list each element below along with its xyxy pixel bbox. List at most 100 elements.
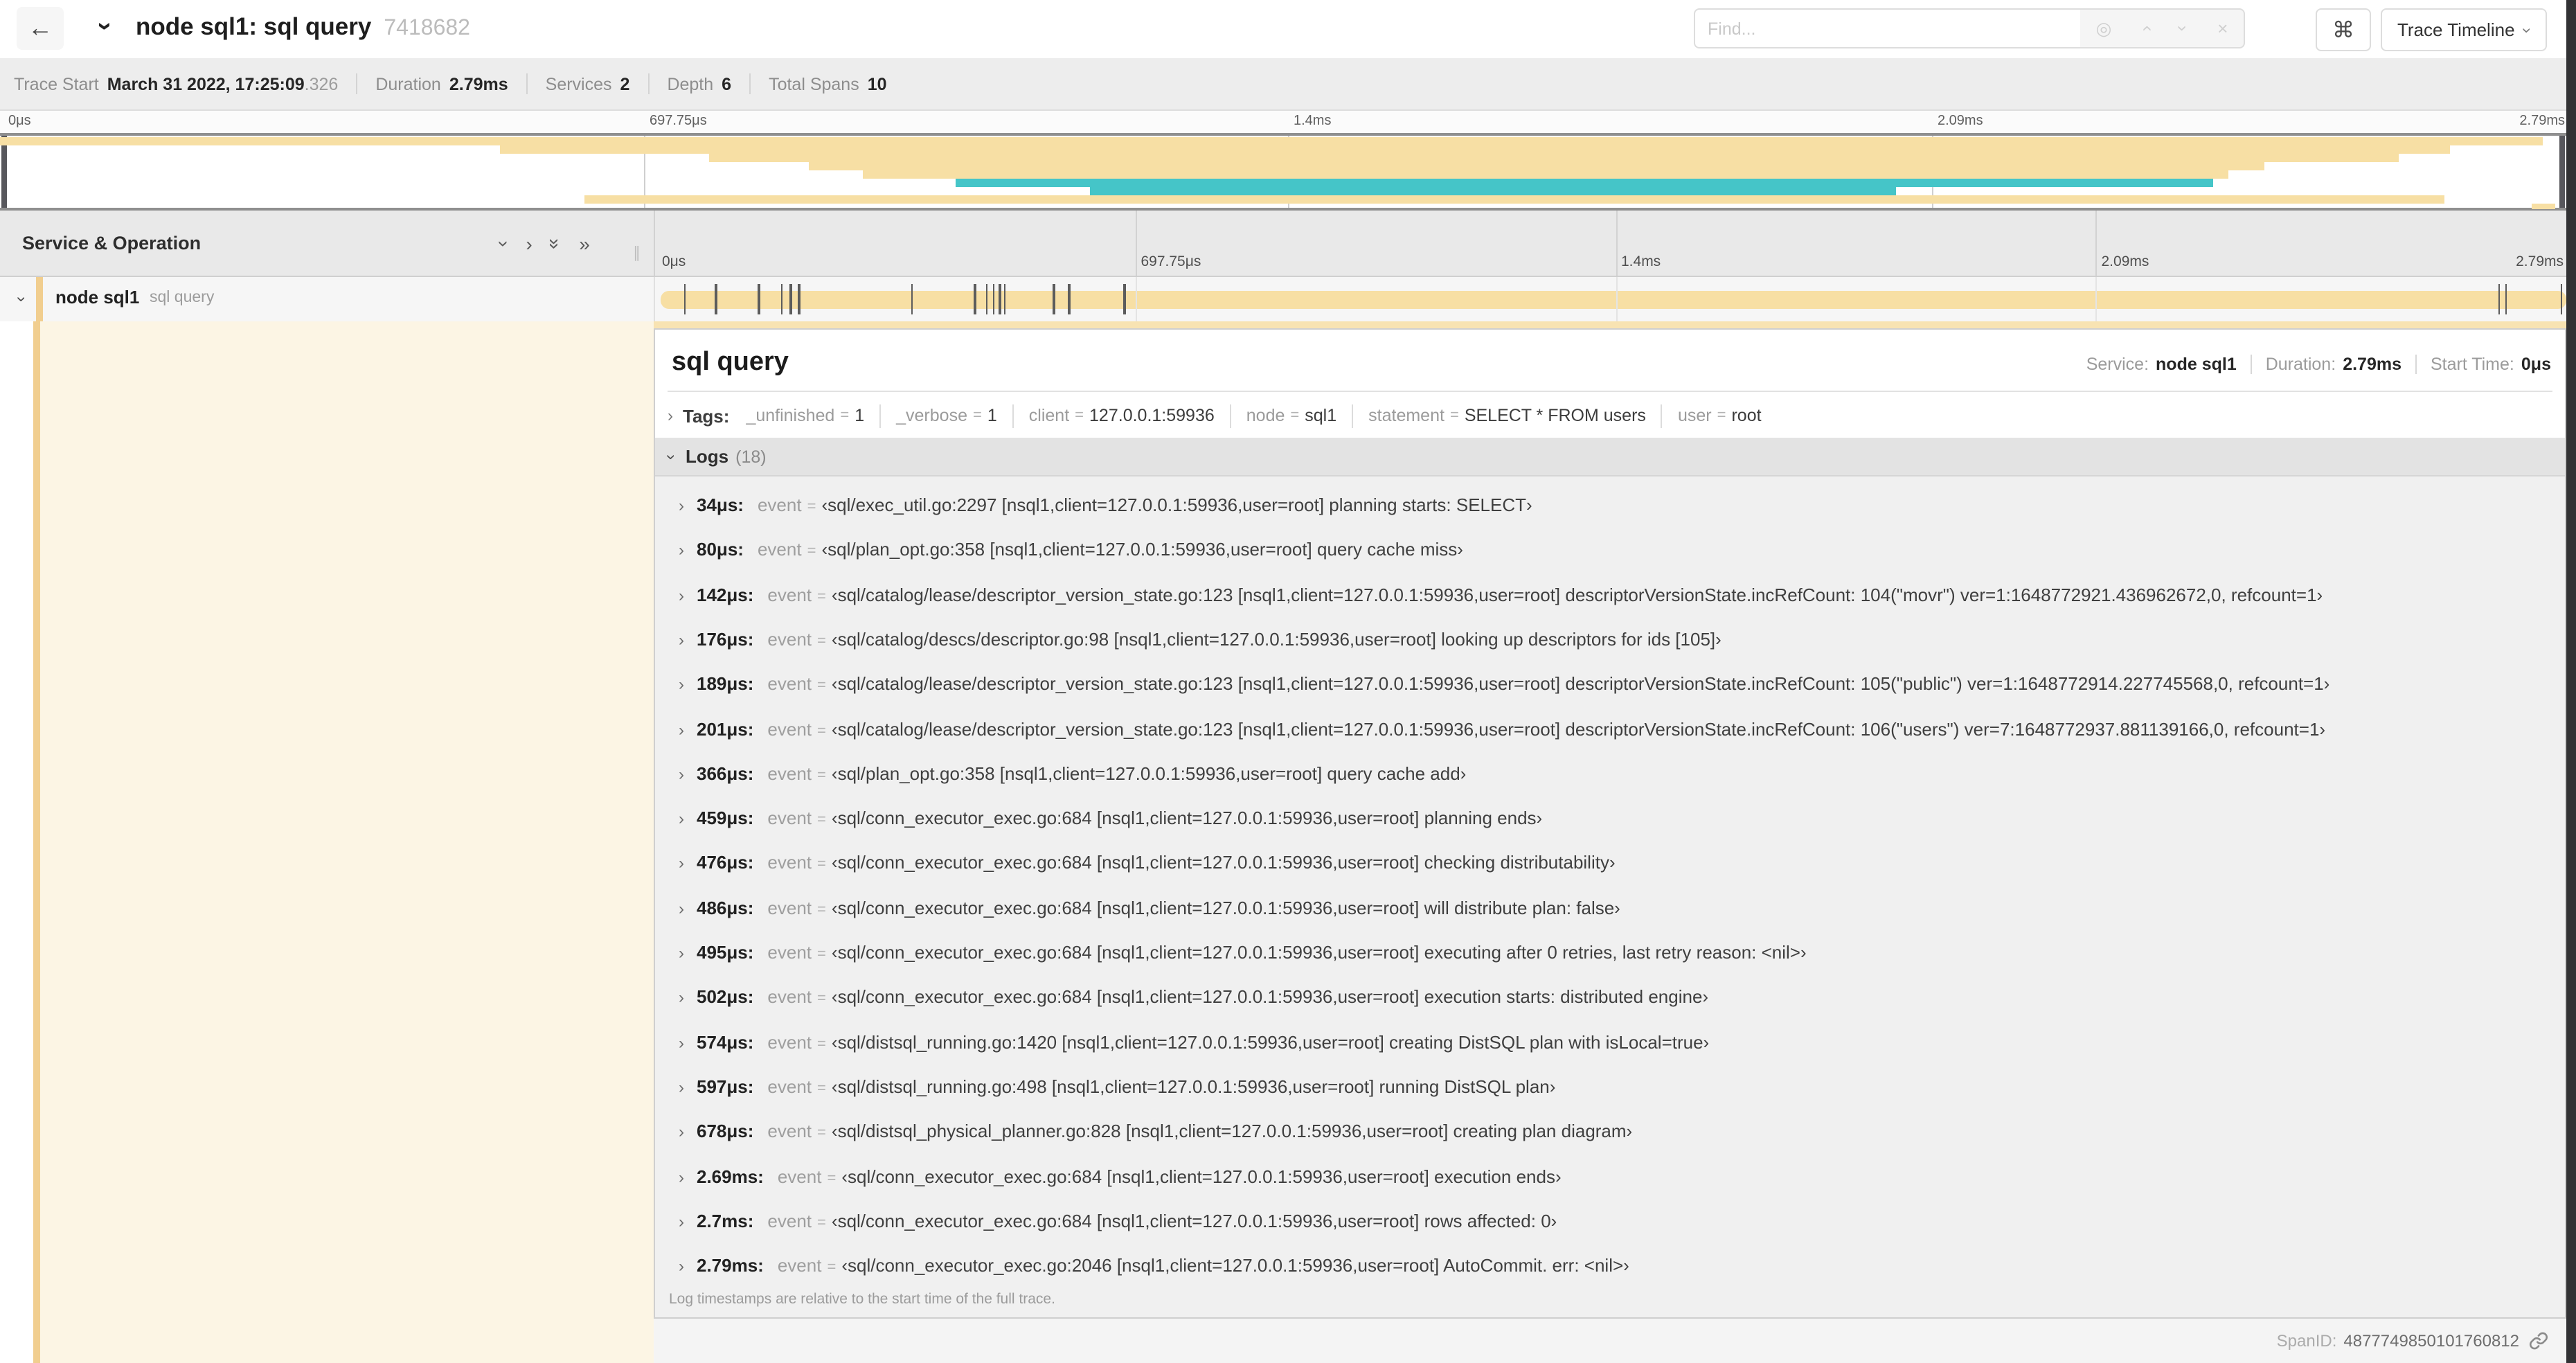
log-chevron-right-icon[interactable]: › [679,630,684,650]
log-chevron-right-icon[interactable]: › [679,765,684,784]
back-button[interactable]: ← [17,7,64,50]
log-equals: = [827,1170,837,1186]
log-chevron-right-icon[interactable]: › [679,1033,684,1052]
log-chevron-right-icon[interactable]: › [679,854,684,873]
log-row[interactable]: › 189μs: event = ‹sql/catalog/lease/descript… [655,662,2565,706]
log-field-key: event [767,584,812,605]
log-tick-marker[interactable] [1068,284,1071,314]
minimap-right-scrubber[interactable] [2559,136,2565,208]
find-prev-icon[interactable]: › [2136,26,2156,32]
log-row[interactable]: › 142μs: event = ‹sql/catalog/lease/descript… [655,573,2565,617]
divider [1352,404,1354,427]
log-row[interactable]: › 2.69ms: event = ‹sql/conn_executor_exec.go… [655,1155,2565,1199]
log-tick-marker[interactable] [683,284,686,314]
collapse-one-icon[interactable]: › [494,240,516,246]
log-row[interactable]: › 2.79ms: event = ‹sql/conn_executor_exec.go… [655,1244,2565,1288]
expand-all-icon[interactable]: » [579,232,590,254]
log-row[interactable]: › 201μs: event = ‹sql/catalog/lease/descript… [655,707,2565,751]
log-tick-marker[interactable] [715,284,717,314]
log-tick-marker[interactable] [992,284,995,314]
log-tick-marker[interactable] [798,284,800,314]
find-target-icon[interactable]: ◎ [2096,17,2112,39]
log-chevron-right-icon[interactable]: › [679,720,684,739]
log-row[interactable]: › 597μs: event = ‹sql/distsql_running.go:498… [655,1065,2565,1110]
collapse-all-icon[interactable]: » [544,238,566,249]
link-icon[interactable] [2529,1331,2548,1351]
logs-footnote: Log timestamps are relative to the start… [669,1291,1055,1308]
timeline-gridline [2095,211,2098,276]
log-chevron-right-icon[interactable]: › [679,585,684,605]
log-tick-marker[interactable] [2498,284,2501,314]
log-tick-marker[interactable] [1003,284,1006,314]
minimap-span [1089,187,1896,195]
row-chevron-down-icon[interactable]: › [12,296,32,302]
log-chevron-right-icon[interactable]: › [679,898,684,918]
log-chevron-right-icon[interactable]: › [679,1122,684,1141]
log-row[interactable]: › 495μs: event = ‹sql/conn_executor_exec.go:… [655,931,2565,975]
log-tick-marker[interactable] [1123,284,1126,314]
log-row[interactable]: › 176μs: event = ‹sql/catalog/descs/descript… [655,618,2565,662]
service-value: node sql1 [2156,355,2237,374]
log-equals: = [817,1080,826,1097]
log-row[interactable]: › 486μs: event = ‹sql/conn_executor_exec.go:… [655,886,2565,930]
trace-title-chevron-down-icon[interactable]: › [89,22,119,31]
log-equals: = [817,990,826,1008]
log-tick-marker[interactable] [789,284,792,314]
log-tick-marker[interactable] [2560,284,2563,314]
trace-info-value: 2.79ms [449,74,508,93]
log-field-value: ‹sql/conn_executor_exec.go:684 [nsql1,cl… [841,1166,1562,1186]
log-chevron-right-icon[interactable]: › [679,943,684,963]
keyboard-shortcuts-button[interactable]: ⌘ [2316,8,2371,51]
log-chevron-right-icon[interactable]: › [679,541,684,560]
log-row[interactable]: › 34μs: event = ‹sql/exec_util.go:2297 [nsql… [655,483,2565,528]
log-equals: = [817,722,826,739]
log-chevron-right-icon[interactable]: › [679,809,684,828]
log-chevron-right-icon[interactable]: › [679,1256,684,1276]
log-row[interactable]: › 80μs: event = ‹sql/plan_opt.go:358 [nsql1,… [655,528,2565,573]
log-row[interactable]: › 2.7ms: event = ‹sql/conn_executor_exec.go:… [655,1200,2565,1244]
minimap-span [708,154,2399,162]
find-input[interactable] [1694,8,2080,48]
tags-row[interactable]: › Tags: _unfinished = 1 _verbose = 1 client = 12… [668,400,2552,431]
expand-one-icon[interactable]: › [526,232,532,254]
log-tick-marker[interactable] [974,284,976,314]
column-resizer-handle[interactable]: ∥ [633,244,641,262]
minimap-left-scrubber[interactable] [1,136,7,208]
minimap-canvas[interactable] [0,133,2576,211]
log-tick-marker[interactable] [2505,284,2507,314]
find-next-icon[interactable]: › [2173,26,2194,32]
log-chevron-right-icon[interactable]: › [679,1167,684,1186]
log-row[interactable]: › 678μs: event = ‹sql/distsql_physical_plann… [655,1110,2565,1154]
log-row[interactable]: › 476μs: event = ‹sql/conn_executor_exec.go:… [655,841,2565,886]
log-tick-marker[interactable] [911,284,913,314]
log-chevron-right-icon[interactable]: › [679,1212,684,1231]
span-duration-bar[interactable] [661,284,2566,314]
find-clear-icon[interactable]: × [2217,18,2228,39]
minimap-span [809,162,2264,170]
log-tick-marker[interactable] [780,284,783,314]
log-field-key: event [767,986,812,1008]
log-tick-marker[interactable] [985,284,988,314]
log-chevron-right-icon[interactable]: › [679,988,684,1008]
log-equals: = [827,1259,837,1276]
log-row[interactable]: › 459μs: event = ‹sql/conn_executor_exec.go:… [655,796,2565,841]
log-chevron-right-icon[interactable]: › [679,496,684,515]
log-chevron-right-icon[interactable]: › [679,1078,684,1097]
log-row[interactable]: › 502μs: event = ‹sql/conn_executor_exec.go:… [655,976,2565,1020]
log-chevron-right-icon[interactable]: › [679,675,684,694]
log-field-key: event [767,1210,812,1231]
log-tick-marker[interactable] [758,284,760,314]
log-field-key: event [757,539,802,560]
log-row[interactable]: › 574μs: event = ‹sql/distsql_running.go:142… [655,1020,2565,1064]
view-dropdown[interactable]: Trace Timeline › [2381,8,2547,51]
log-tick-marker[interactable] [999,284,1001,314]
tag-item: client = 127.0.0.1:59936 [1029,406,1215,425]
log-field-key: event [767,763,812,784]
timeline-tick-label: 697.75μs [1141,253,1201,270]
tag-value: 1 [855,406,865,425]
span-row-node-sql1[interactable]: › node sql1 sql query [0,277,2576,321]
span-color-accent [36,277,43,321]
log-tick-marker[interactable] [1053,284,1055,314]
log-row[interactable]: › 366μs: event = ‹sql/plan_opt.go:358 [nsql1… [655,752,2565,796]
logs-section-header[interactable]: › Logs (18) [655,438,2565,476]
